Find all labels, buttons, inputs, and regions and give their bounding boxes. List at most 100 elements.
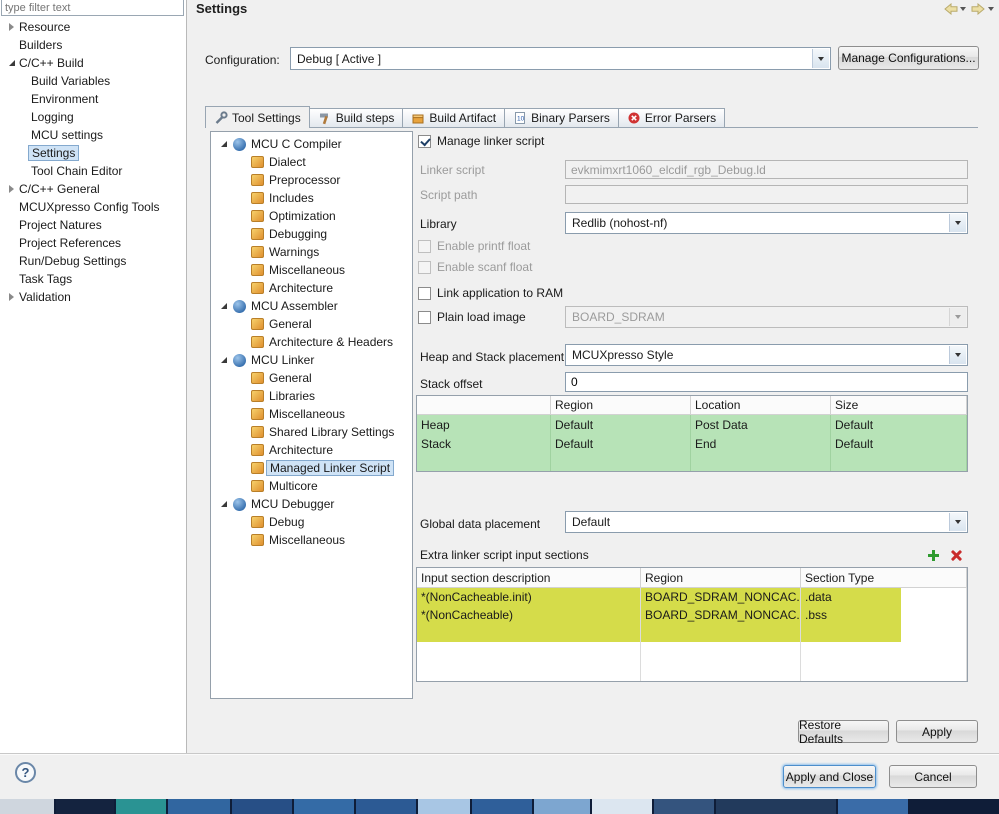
tree-item-debug[interactable]: Debug [211,513,412,531]
tab-tool-settings[interactable]: Tool Settings [205,106,310,128]
sidebar-item-validation[interactable]: Validation [0,288,186,306]
plain-load-image-combo: BOARD_SDRAM [565,306,968,328]
apply-button[interactable]: Apply [896,720,978,743]
tree-item-general[interactable]: General [211,315,412,333]
tree-item-libraries[interactable]: Libraries [211,387,412,405]
link-application-to-ram-checkbox[interactable] [418,287,431,300]
tree-item-dialect[interactable]: Dialect [211,153,412,171]
tree-item-miscellaneous[interactable]: Miscellaneous [211,405,412,423]
filter-input[interactable] [1,0,184,16]
taskbar-item[interactable] [0,799,54,814]
forward-arrow-icon[interactable] [970,3,987,15]
enable-printf-float-label: Enable printf float [437,239,531,253]
sidebar-item-project-references[interactable]: Project References [0,234,186,252]
collapse-icon[interactable] [4,21,19,33]
sidebar-item-mcuxpresso-config-tools[interactable]: MCUXpresso Config Tools [0,198,186,216]
sidebar-item-cpp-general[interactable]: C/C++ General [0,180,186,198]
global-data-placement-combo[interactable]: Default [565,511,968,533]
cancel-button[interactable]: Cancel [889,765,977,788]
sidebar-item-tool-chain-editor[interactable]: Tool Chain Editor [0,162,186,180]
expand-icon[interactable] [216,354,231,366]
tree-item-general[interactable]: General [211,369,412,387]
taskbar-item[interactable] [168,799,230,814]
tree-item-preprocessor[interactable]: Preprocessor [211,171,412,189]
restore-defaults-button[interactable]: Restore Defaults [798,718,889,746]
tree-item-includes[interactable]: Includes [211,189,412,207]
taskbar-item[interactable] [356,799,416,814]
sidebar-item-builders[interactable]: Builders [0,36,186,54]
expand-icon[interactable] [216,498,231,510]
tree-item-debugging[interactable]: Debugging [211,225,412,243]
add-section-icon[interactable] [927,549,940,562]
collapse-icon[interactable] [4,291,19,303]
taskbar-item[interactable] [56,799,114,814]
plain-load-image-checkbox[interactable] [418,311,431,324]
sidebar-item-environment[interactable]: Environment [0,90,186,108]
compiler-icon [233,137,246,151]
tree-item-optimization[interactable]: Optimization [211,207,412,225]
sidebar-item-logging[interactable]: Logging [0,108,186,126]
heap-stack-placement-combo[interactable]: MCUXpresso Style [565,344,968,366]
tree-item-architecture-headers[interactable]: Architecture & Headers [211,333,412,351]
sidebar-item-resource[interactable]: Resource [0,18,186,36]
collapse-icon[interactable] [4,183,19,195]
help-button[interactable]: ? [15,762,36,783]
taskbar-item[interactable] [116,799,166,814]
column-header [417,396,551,415]
table-row[interactable]: *(NonCacheable.init) BOARD_SDRAM_NONCAC.… [417,588,967,606]
table-row[interactable]: *(NonCacheable) BOARD_SDRAM_NONCAC... .b… [417,606,967,624]
tree-item-miscellaneous[interactable]: Miscellaneous [211,531,412,549]
taskbar-item[interactable] [418,799,470,814]
expand-icon[interactable] [4,57,19,69]
table-row[interactable]: Heap Default Post Data Default [417,415,967,434]
dropdown-arrow-button[interactable] [812,49,829,68]
delete-section-icon[interactable] [950,549,962,562]
tree-group-mcu-debugger[interactable]: MCU Debugger [211,495,412,513]
taskbar-item[interactable] [592,799,652,814]
table-row[interactable]: Stack Default End Default [417,434,967,453]
taskbar-item[interactable] [838,799,908,814]
tree-item-shared-library-settings[interactable]: Shared Library Settings [211,423,412,441]
stack-offset-field[interactable]: 0 [565,372,968,392]
tree-group-mcu-assembler[interactable]: MCU Assembler [211,297,412,315]
sidebar-item-run-debug-settings[interactable]: Run/Debug Settings [0,252,186,270]
expand-icon[interactable] [216,138,231,150]
sidebar-item-task-tags[interactable]: Task Tags [0,270,186,288]
dropdown-arrow-button[interactable] [949,346,966,364]
dropdown-arrow-button[interactable] [949,513,966,531]
tree-group-mcu-c-compiler[interactable]: MCU C Compiler [211,135,412,153]
taskbar-item[interactable] [232,799,292,814]
tree-item-architecture[interactable]: Architecture [211,441,412,459]
tab-build-artifact[interactable]: Build Artifact [403,108,506,128]
taskbar-item[interactable] [534,799,590,814]
apply-and-close-button[interactable]: Apply and Close [783,765,876,788]
taskbar-item[interactable] [654,799,714,814]
back-arrow-icon[interactable] [942,3,959,15]
expand-icon[interactable] [216,300,231,312]
chevron-down-icon[interactable] [988,7,994,11]
tree-item-miscellaneous[interactable]: Miscellaneous [211,261,412,279]
taskbar-item[interactable] [294,799,354,814]
manage-configurations-button[interactable]: Manage Configurations... [838,46,979,70]
sidebar-item-project-natures[interactable]: Project Natures [0,216,186,234]
dropdown-arrow-button[interactable] [949,214,966,232]
tab-build-steps[interactable]: Build steps [309,108,404,128]
tool-option-icon [251,444,264,456]
configuration-combo[interactable]: Debug [ Active ] [290,47,831,70]
sidebar-item-mcu-settings[interactable]: MCU settings [0,126,186,144]
sidebar-item-build-variables[interactable]: Build Variables [0,72,186,90]
manage-linker-script-checkbox[interactable] [418,135,431,148]
library-combo[interactable]: Redlib (nohost-nf) [565,212,968,234]
tree-group-mcu-linker[interactable]: MCU Linker [211,351,412,369]
tab-binary-parsers[interactable]: 10 Binary Parsers [505,108,619,128]
sidebar-item-settings[interactable]: Settings [0,144,186,162]
chevron-down-icon[interactable] [960,7,966,11]
tab-error-parsers[interactable]: Error Parsers [618,108,726,128]
taskbar-item[interactable] [472,799,532,814]
tree-item-managed-linker-script[interactable]: Managed Linker Script [211,459,412,477]
tree-item-architecture[interactable]: Architecture [211,279,412,297]
tree-item-multicore[interactable]: Multicore [211,477,412,495]
tree-item-warnings[interactable]: Warnings [211,243,412,261]
sidebar-item-cpp-build[interactable]: C/C++ Build [0,54,186,72]
taskbar-item[interactable] [716,799,836,814]
